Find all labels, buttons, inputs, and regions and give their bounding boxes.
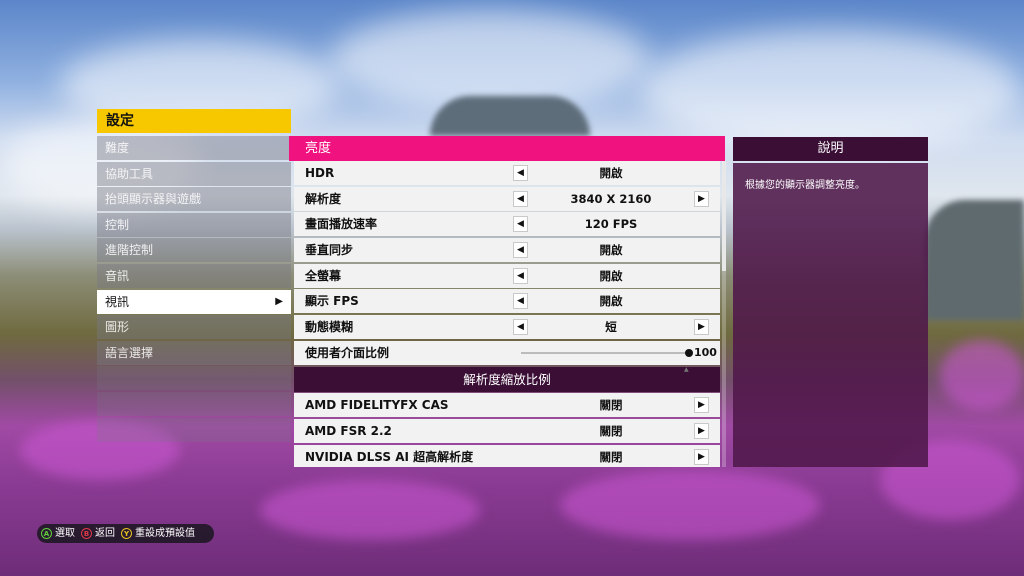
menu-item-label: 圖形 bbox=[105, 320, 130, 335]
arrow-right-button[interactable]: ▶ bbox=[694, 397, 709, 414]
scrollbar-thumb[interactable] bbox=[722, 161, 726, 271]
help-title: 說明 bbox=[733, 137, 928, 161]
setting-value: 短 bbox=[605, 320, 617, 335]
menu-item[interactable]: 難度 bbox=[97, 136, 291, 160]
prompt-label: 選取 bbox=[55, 528, 75, 539]
menu-item-label: 視訊 bbox=[105, 294, 130, 309]
setting-label: 全螢幕 bbox=[305, 268, 342, 283]
menu-empty-slot bbox=[97, 391, 291, 416]
prompt-b[interactable]: B 返回 bbox=[81, 524, 115, 543]
setting-label: 顯示 FPS bbox=[305, 294, 359, 309]
resolution-scaling-section-header: 解析度縮放比例 bbox=[294, 366, 720, 392]
menu-empty-slot bbox=[97, 366, 291, 391]
prompt-label: 返回 bbox=[95, 528, 115, 539]
help-description: 根據您的顯示器調整亮度。 bbox=[733, 163, 928, 467]
setting-value: 關閉 bbox=[599, 423, 623, 438]
setting-label: 使用者介面比例 bbox=[305, 345, 390, 360]
menu-item[interactable]: 音訊 bbox=[97, 263, 291, 288]
slider-tick-icon: ▲ bbox=[684, 365, 689, 373]
menu-item-label: 難度 bbox=[105, 141, 130, 155]
menu-item[interactable]: 視訊 ▶ bbox=[97, 289, 291, 314]
slider-handle[interactable] bbox=[685, 348, 693, 357]
menu-item[interactable]: 協助工具 bbox=[97, 161, 291, 186]
video-settings-panel: HDR ◀ 開啟 解析度 ◀ 3840 X 2160 ▶ 畫面播放速率 ◀ 120 FPS 垂直同步… bbox=[294, 161, 720, 467]
menu-item[interactable]: 語言選擇 bbox=[97, 340, 291, 365]
setting-value: 開啟 bbox=[599, 294, 623, 309]
setting-label: 解析度 bbox=[305, 191, 342, 206]
setting-label: 動態模糊 bbox=[305, 320, 354, 335]
setting-value: 開啟 bbox=[599, 166, 623, 180]
y-button-icon: Y bbox=[121, 527, 132, 539]
setting-value: 關閉 bbox=[599, 449, 623, 464]
menu-item-label: 抬頭顯示器與遊戲 bbox=[105, 192, 202, 207]
setting-value: 開啟 bbox=[599, 243, 623, 258]
menu-item[interactable]: 抬頭顯示器與遊戲 bbox=[97, 187, 291, 212]
arrow-right-button[interactable]: ▶ bbox=[694, 190, 709, 207]
menu-item-label: 控制 bbox=[105, 217, 130, 232]
setting-row[interactable]: AMD FSR 2.2 關閉 ▶ bbox=[294, 418, 720, 443]
menu-item-label: 協助工具 bbox=[105, 166, 154, 181]
setting-label: HDR bbox=[305, 166, 335, 180]
setting-row[interactable]: NVIDIA DLSS AI 超高解析度 關閉 ▶ bbox=[294, 444, 720, 467]
setting-row[interactable]: HDR ◀ 開啟 bbox=[294, 161, 720, 185]
setting-row[interactable]: 顯示 FPS ◀ 開啟 bbox=[294, 289, 720, 314]
menu-item-label: 語言選擇 bbox=[105, 345, 154, 360]
menu-item[interactable]: 圖形 bbox=[97, 315, 291, 340]
setting-label: AMD FIDELITYFX CAS bbox=[305, 398, 449, 413]
setting-row[interactable]: 動態模糊 ◀ 短 ▶ bbox=[294, 315, 720, 340]
setting-value: 關閉 bbox=[599, 398, 623, 413]
chevron-right-icon: ▶ bbox=[275, 295, 283, 307]
highlighted-setting-header: 亮度 bbox=[289, 136, 725, 161]
setting-row[interactable]: 全螢幕 ◀ 開啟 bbox=[294, 263, 720, 288]
menu-item-label: 進階控制 bbox=[105, 243, 154, 258]
setting-row[interactable]: 垂直同步 ◀ 開啟 bbox=[294, 238, 720, 263]
arrow-right-button[interactable]: ▶ bbox=[694, 422, 709, 439]
setting-label: AMD FSR 2.2 bbox=[305, 423, 392, 438]
arrow-right-button[interactable]: ▶ bbox=[694, 319, 709, 336]
prompt-a[interactable]: A 選取 bbox=[41, 524, 75, 543]
setting-row[interactable]: AMD FIDELITYFX CAS 關閉 ▶ bbox=[294, 393, 720, 418]
menu-item[interactable]: 控制 bbox=[97, 212, 291, 237]
slider-track[interactable] bbox=[521, 351, 689, 354]
slider-value: 100 bbox=[694, 345, 717, 359]
setting-row[interactable]: 解析度 ◀ 3840 X 2160 ▶ bbox=[294, 186, 720, 211]
settings-title: 設定 bbox=[97, 109, 291, 133]
setting-row[interactable]: 畫面播放速率 ◀ 120 FPS bbox=[294, 212, 720, 237]
setting-label: NVIDIA DLSS AI 超高解析度 bbox=[305, 449, 474, 464]
menu-item-label: 音訊 bbox=[105, 268, 130, 283]
setting-value: 3840 X 2160 bbox=[570, 191, 652, 206]
ui-scale-slider-row[interactable]: 使用者介面比例 ▲ 100 bbox=[294, 340, 720, 373]
menu-item[interactable]: 進階控制 bbox=[97, 238, 291, 263]
prompt-y[interactable]: Y 重設成預設值 bbox=[121, 524, 195, 543]
setting-label: 垂直同步 bbox=[305, 243, 354, 258]
settings-menu: 難度協助工具抬頭顯示器與遊戲 控制進階控制音訊視訊 ▶ 圖形語言選擇 bbox=[97, 136, 291, 443]
setting-label: 畫面播放速率 bbox=[305, 217, 378, 232]
arrow-right-button[interactable]: ▶ bbox=[694, 448, 709, 465]
settings-scrollbar[interactable] bbox=[722, 161, 726, 467]
a-button-icon: A bbox=[41, 527, 52, 539]
setting-value: 120 FPS bbox=[584, 217, 638, 232]
prompt-label: 重設成預設值 bbox=[135, 528, 195, 539]
b-button-icon: B bbox=[81, 527, 92, 539]
menu-empty-slot bbox=[97, 417, 291, 442]
setting-value: 開啟 bbox=[599, 268, 623, 283]
controller-prompts: A 選取 B 返回 Y 重設成預設值 bbox=[37, 524, 214, 543]
